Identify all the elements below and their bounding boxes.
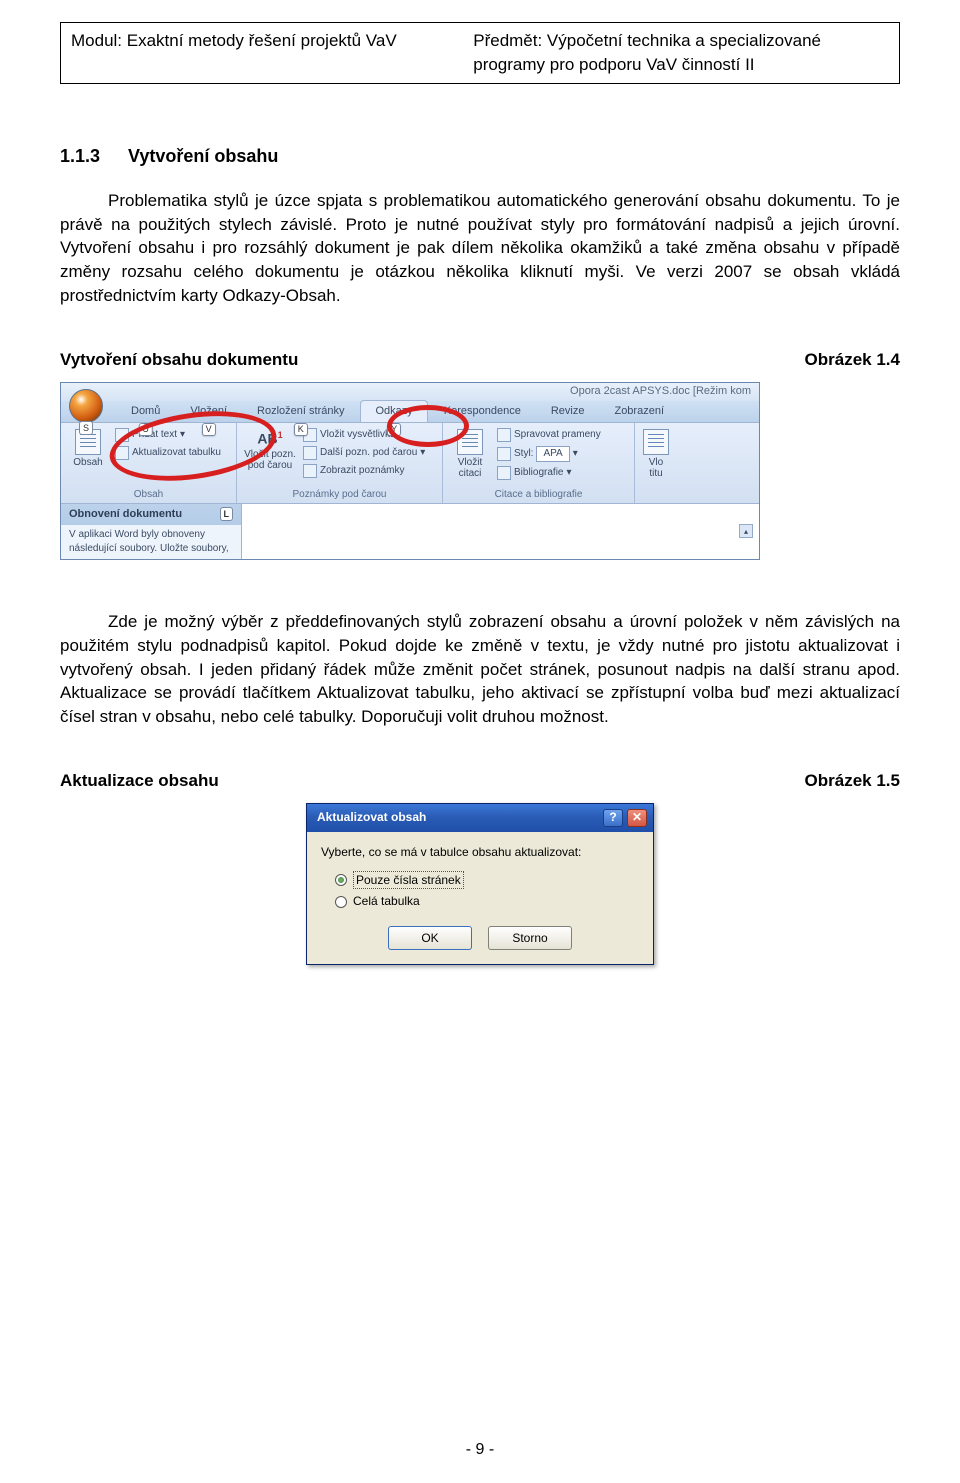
show-notes-button[interactable]: Zobrazit poznámky xyxy=(303,463,425,479)
recovery-title: Obnovení dokumentu xyxy=(69,508,182,520)
radio-entire-table[interactable]: Celá tabulka xyxy=(321,891,639,912)
keytip: Y xyxy=(387,423,401,436)
tab-revize[interactable]: Revize xyxy=(537,401,599,421)
section-heading: 1.1.3 Vytvoření obsahu xyxy=(60,144,900,169)
office-button-icon[interactable] xyxy=(69,389,103,423)
figure-2-caption-row: Aktualizace obsahu Obrázek 1.5 xyxy=(60,769,900,793)
recovery-keytip: L xyxy=(220,507,234,522)
group-obsah-label: Obsah xyxy=(67,486,230,502)
insert-citation-button[interactable]: Vložit citaci xyxy=(449,427,491,479)
figure-1-caption-row: Vytvoření obsahu dokumentu Obrázek 1.4 xyxy=(60,348,900,372)
tab-domu[interactable]: Domů Ů xyxy=(117,401,174,421)
paragraph-2: Zde je možný výběr z předdefinovaných st… xyxy=(60,610,900,729)
tab-zobrazeni[interactable]: Zobrazení xyxy=(600,401,678,421)
add-text-icon xyxy=(115,428,129,442)
group-citace: Vložit citaci Spravovat prameny Styl: AP… xyxy=(443,423,635,503)
figure-1-caption: Vytvoření obsahu dokumentu xyxy=(60,348,298,372)
next-footnote-button[interactable]: Další pozn. pod čarou ▾ xyxy=(303,445,425,461)
ribbon-tabs: Domů Ů Vložení V Rozložení stránky K Odk… xyxy=(61,401,759,423)
paragraph-1: Problematika stylů je úzce spjata s prob… xyxy=(60,189,900,308)
keytip: V xyxy=(202,423,216,436)
document-recovery-pane: Obnovení dokumentu L V aplikaci Word byl… xyxy=(61,503,759,559)
chevron-down-icon: ▾ xyxy=(180,428,185,442)
caption-icon xyxy=(643,429,669,455)
radio-icon xyxy=(335,896,347,908)
group-citace-label: Citace a bibliografie xyxy=(449,486,628,502)
bibliography-icon xyxy=(497,466,511,480)
dialog-message: Vyberte, co se má v tabulce obsahu aktua… xyxy=(321,844,639,861)
radio-label: Celá tabulka xyxy=(353,893,420,910)
help-button[interactable]: ? xyxy=(603,809,623,827)
scroll-up-button[interactable]: ▴ xyxy=(739,524,753,538)
show-notes-icon xyxy=(303,464,317,478)
manage-sources-button[interactable]: Spravovat prameny xyxy=(497,427,601,443)
insert-caption-button[interactable]: Vlo titu xyxy=(641,427,671,479)
page-number: - 9 - xyxy=(0,1439,960,1461)
style-value: APA xyxy=(536,446,569,462)
close-icon: ✕ xyxy=(632,809,642,826)
group-titulky-partial: Vlo titu xyxy=(635,423,759,503)
figure-2-ref: Obrázek 1.5 xyxy=(805,769,900,793)
section-number: 1.1.3 xyxy=(60,144,100,169)
window-title: Opora 2cast APSYS.doc [Režim kom xyxy=(570,384,751,399)
tab-korespondence[interactable]: Korespondence xyxy=(430,401,535,421)
chevron-down-icon: ▾ xyxy=(566,466,571,480)
update-toc-icon xyxy=(115,446,129,460)
keytip: Ů xyxy=(138,423,153,436)
word-ribbon-screenshot: S Opora 2cast APSYS.doc [Režim kom Domů … xyxy=(60,382,760,560)
update-toc-button[interactable]: Aktualizovat tabulku xyxy=(115,445,221,461)
group-poznamky-label: Poznámky pod čarou xyxy=(243,486,436,502)
radio-page-numbers[interactable]: Pouze čísla stránek xyxy=(321,869,639,892)
next-footnote-icon xyxy=(303,446,317,460)
manage-sources-icon xyxy=(497,428,511,442)
window-titlebar: Opora 2cast APSYS.doc [Režim kom xyxy=(61,383,759,401)
ab-icon: AB1 xyxy=(257,429,282,449)
cancel-button[interactable]: Storno xyxy=(488,926,572,950)
dialog-titlebar: Aktualizovat obsah ? ✕ xyxy=(307,804,653,832)
radio-label: Pouze čísla stránek xyxy=(353,871,464,890)
office-button-keytip: S xyxy=(79,421,93,436)
tab-rozlozeni[interactable]: Rozložení stránky K xyxy=(243,401,358,421)
style-icon xyxy=(497,447,511,461)
citation-style-select[interactable]: Styl: APA ▾ xyxy=(497,445,601,463)
header-subject: Předmět: Výpočetní technika a specializo… xyxy=(463,23,899,83)
chevron-down-icon: ▾ xyxy=(420,446,425,460)
section-title: Vytvoření obsahu xyxy=(128,144,278,169)
recovery-message: V aplikaci Word byly obnoveny následujíc… xyxy=(61,525,241,559)
tab-vlozeni[interactable]: Vložení V xyxy=(176,401,241,421)
header-module: Modul: Exaktní metody řešení projektů Va… xyxy=(61,23,463,83)
group-poznamky: AB1 Vložit pozn. pod čarou Vložit vysvět… xyxy=(237,423,443,503)
ribbon-groups: Obsah Přidat text ▾ Aktualizovat tabulku xyxy=(61,423,759,503)
document-area: ▴ xyxy=(241,504,759,559)
insert-footnote-button[interactable]: AB1 Vložit pozn. pod čarou xyxy=(243,427,297,471)
update-toc-dialog: Aktualizovat obsah ? ✕ Vyberte, co se má… xyxy=(306,803,654,965)
insert-endnote-button[interactable]: Vložit vysvětlivku xyxy=(303,427,425,443)
figure-1-ref: Obrázek 1.4 xyxy=(805,348,900,372)
bibliography-button[interactable]: Bibliografie ▾ xyxy=(497,465,601,481)
figure-2-caption: Aktualizace obsahu xyxy=(60,769,219,793)
page-header: Modul: Exaktní metody řešení projektů Va… xyxy=(60,22,900,84)
close-button[interactable]: ✕ xyxy=(627,809,647,827)
citation-icon xyxy=(457,429,483,455)
chevron-down-icon: ▾ xyxy=(573,447,578,461)
tab-odkazy[interactable]: Odkazy Y xyxy=(360,400,427,421)
dialog-title: Aktualizovat obsah xyxy=(317,809,426,826)
keytip: K xyxy=(294,423,308,436)
ok-button[interactable]: OK xyxy=(388,926,472,950)
radio-icon xyxy=(335,874,347,886)
